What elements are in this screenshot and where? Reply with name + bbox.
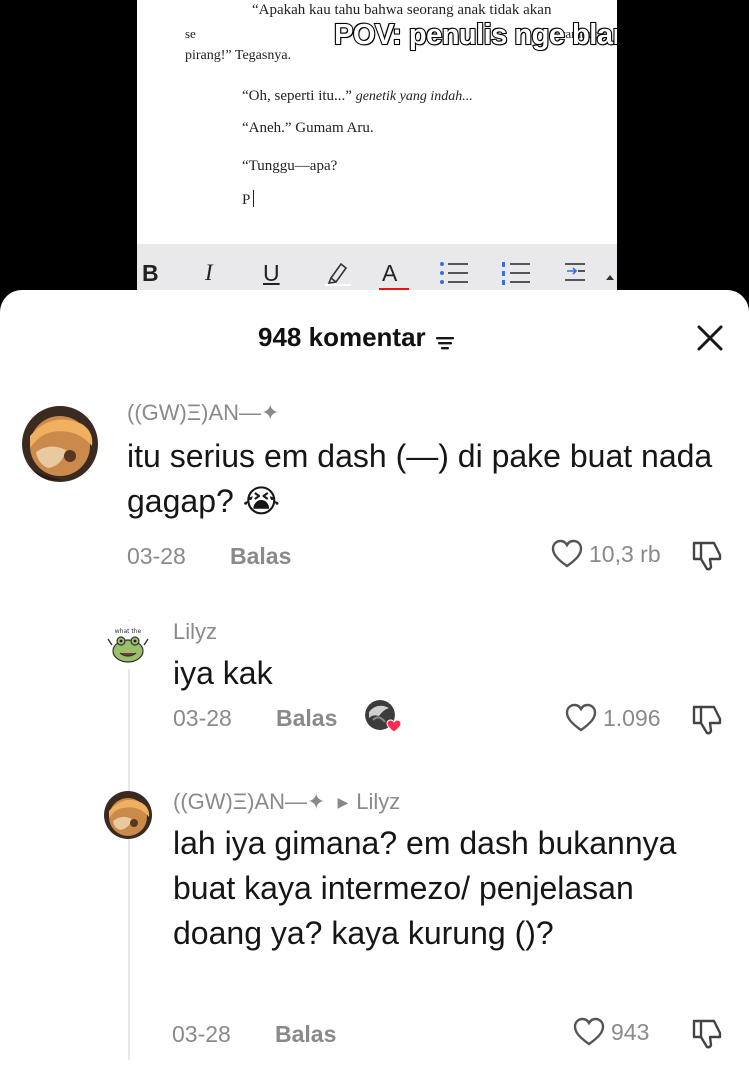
video-player[interactable]: “Apakah kau tahu bahwa seorang anak tida… xyxy=(0,0,749,300)
dislike-icon[interactable] xyxy=(690,703,724,735)
like-button[interactable]: 10,3 rb xyxy=(551,539,661,569)
dislike-icon[interactable] xyxy=(690,1017,724,1049)
avatar[interactable]: what the xyxy=(104,621,152,669)
comments-sheet: 948 komentar ((GW)Ξ)AN—✦ itu serius em d… xyxy=(0,290,749,1080)
collapse-toolbar-icon[interactable] xyxy=(605,260,615,290)
creator-heart-icon xyxy=(386,719,402,733)
bullet-list-icon[interactable] xyxy=(439,260,469,290)
comment: ((GW)Ξ)AN—✦ itu serius em dash (—) di pa… xyxy=(0,398,749,588)
reply-button[interactable]: Balas xyxy=(230,543,291,570)
indent-icon[interactable] xyxy=(563,260,587,290)
avatar-text: what the xyxy=(115,628,142,635)
reply-arrow-icon: ▶ xyxy=(337,793,349,810)
doc-line: “Tunggu—apa? xyxy=(242,158,338,174)
comment-count-label: 948 komentar xyxy=(258,322,426,352)
heart-icon xyxy=(551,539,583,568)
doc-line: “Oh, seperti itu...” genetik yang indah.… xyxy=(242,88,473,105)
like-button[interactable]: 1.096 xyxy=(565,703,661,733)
comment-date: 03-28 xyxy=(173,705,232,731)
comment-text: iya kak xyxy=(173,655,273,691)
reply-button[interactable]: Balas xyxy=(275,1021,336,1048)
doc-line: “Apakah kau tahu bahwa seorang anak tida… xyxy=(252,2,552,18)
heart-icon xyxy=(573,1017,605,1046)
numbered-list-icon[interactable] xyxy=(501,260,531,290)
comment-username[interactable]: ((GW)Ξ)AN—✦ xyxy=(173,789,325,815)
doc-line-italic: genetik yang indah... xyxy=(355,89,473,104)
document-screenshot: “Apakah kau tahu bahwa seorang anak tida… xyxy=(137,0,617,300)
font-color-label: A xyxy=(382,260,398,286)
like-count: 943 xyxy=(611,1018,650,1045)
like-button[interactable]: 943 xyxy=(573,1017,649,1047)
doc-line: P xyxy=(242,190,255,209)
doc-line: pirang!” Tegasnya. xyxy=(185,48,292,63)
avatar[interactable] xyxy=(104,791,152,839)
sort-icon[interactable] xyxy=(434,328,456,349)
font-color-button[interactable]: A xyxy=(379,260,409,294)
avatar[interactable] xyxy=(22,406,98,482)
reply-to-username[interactable]: Lilyz xyxy=(356,789,400,815)
underline-button[interactable]: U xyxy=(263,260,280,290)
comment-text: itu serius em dash (—) di pake buat nada… xyxy=(127,438,713,519)
text-caret xyxy=(253,190,255,207)
doc-line: “Aneh.” Gumam Aru. xyxy=(242,120,374,136)
like-count: 1.096 xyxy=(603,704,661,731)
reply-button[interactable]: Balas xyxy=(276,705,337,732)
comment-date: 03-28 xyxy=(127,543,186,569)
comments-header: 948 komentar xyxy=(0,320,749,360)
italic-button[interactable]: I xyxy=(205,260,213,290)
comment-text: lah iya gimana? em dash bukannya buat ka… xyxy=(173,825,677,951)
comment-count[interactable]: 948 komentar xyxy=(258,322,456,353)
close-icon[interactable] xyxy=(692,320,728,356)
highlighter-icon[interactable] xyxy=(325,260,351,290)
comment-date: 03-28 xyxy=(172,1021,231,1047)
comment-username[interactable]: Lilyz xyxy=(173,619,217,645)
dislike-icon[interactable] xyxy=(690,539,724,571)
comment-username[interactable]: ((GW)Ξ)AN—✦ xyxy=(127,400,279,426)
comment-reply: what the Lilyz iya kak 03-28 Balas 1.096 xyxy=(0,617,749,757)
video-caption: POV: penulis nge blank xyxy=(333,18,617,52)
comment-username-row: ((GW)Ξ)AN—✦ ▶ Lilyz xyxy=(173,789,400,815)
doc-line-typed: P xyxy=(242,192,251,208)
doc-line-quote: “Oh, seperti itu...” xyxy=(242,88,352,104)
comment-reply: ((GW)Ξ)AN—✦ ▶ Lilyz lah iya gimana? em d… xyxy=(0,787,749,1067)
heart-icon xyxy=(565,703,597,732)
like-count: 10,3 rb xyxy=(589,540,661,567)
bold-button[interactable]: B xyxy=(142,260,159,290)
doc-line: se xyxy=(185,26,196,41)
